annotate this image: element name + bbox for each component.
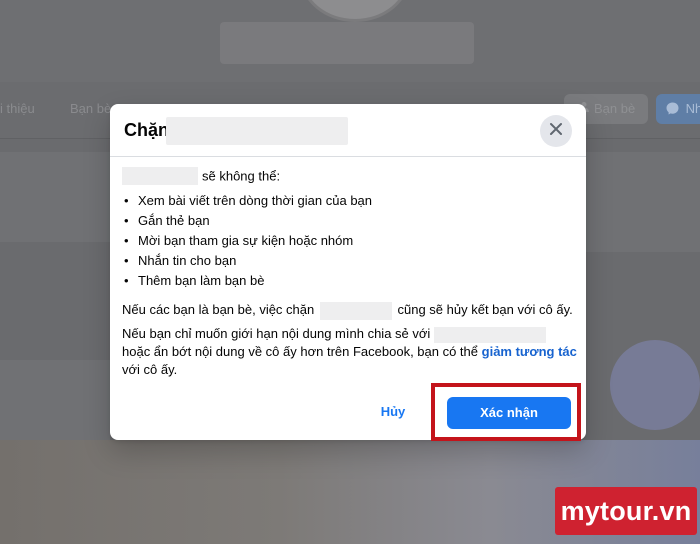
intro-card-blurred [0,152,110,242]
list-item: Nhắn tin cho bạn [124,251,372,271]
close-button[interactable] [540,115,572,147]
reduce-interaction-link[interactable]: giảm tương tác [482,344,577,359]
post-card-blurred [0,360,110,440]
blurred-user-name [434,326,547,343]
list-item: Mời bạn tham gia sự kiện hoặc nhóm [124,231,372,251]
restriction-list: Xem bài viết trên dòng thời gian của bạn… [124,191,372,291]
list-item: Xem bài viết trên dòng thời gian của bạn [124,191,372,211]
limit-note: Nếu bạn chỉ muốn giới hạn nội dung mình … [122,325,578,379]
decorative-blur [610,340,700,430]
dialog-header: Chặn [110,104,586,157]
cancel-button[interactable]: Hủy [364,396,422,428]
unfriend-note: Nếu các bạn là bạn bè, việc chặn cũng sẽ… [122,300,573,320]
intro-text: sẽ không thể: [202,168,281,184]
message-button[interactable]: Nh [656,94,700,124]
limit-note-before: Nếu bạn chỉ muốn giới hạn nội dung mình … [122,326,431,341]
dialog-intro: sẽ không thể: [122,167,280,187]
limit-note-after: với cô ấy. [122,362,178,377]
message-button-label: Nh [685,101,700,116]
unfriend-note-before: Nếu các bạn là bạn bè, việc chặn [122,302,315,317]
friends-button-label: Bạn bè [594,101,636,116]
unfriend-note-after: cũng sẽ hủy kết bạn với cô ấy. [397,302,573,317]
blurred-user-name [122,167,198,185]
list-item: Thêm bạn làm bạn bè [124,271,372,291]
profile-name-blurred [220,22,474,64]
limit-note-middle: hoặc ẩn bớt nội dung về cô ấy hơn trên F… [122,344,479,359]
nav-tab-friends[interactable]: Bạn bè [70,101,111,116]
blurred-user-name [319,301,392,320]
dialog-title: Chặn [124,120,169,140]
side-card-blurred [586,152,700,252]
nav-tab-about[interactable]: i thiệu [0,101,35,116]
close-icon [549,122,563,141]
messenger-icon [666,101,686,116]
watermark-logo: mytour.vn [555,487,697,535]
confirm-highlight-box [431,383,581,441]
blurred-user-name [166,117,348,145]
list-item: Gắn thẻ bạn [124,211,372,231]
